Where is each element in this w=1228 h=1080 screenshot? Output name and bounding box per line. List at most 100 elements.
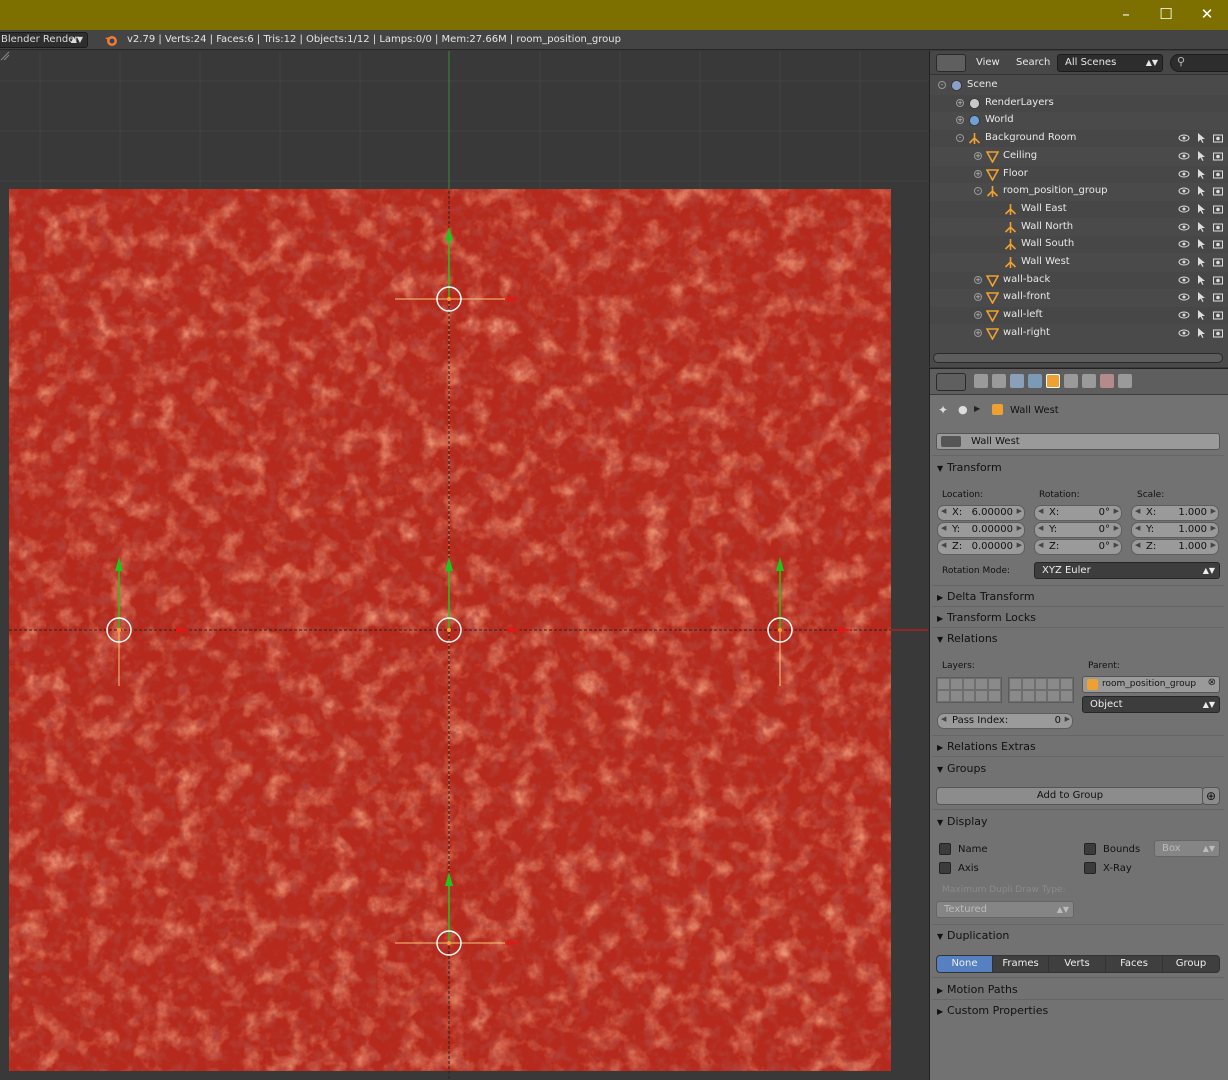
parent-field[interactable]: room_position_group ⊗ (1082, 676, 1220, 693)
outliner-item[interactable]: - Background Room (930, 130, 1228, 147)
renderability-camera-icon[interactable] (1212, 150, 1224, 162)
scale-z-field[interactable]: ◀ Z: 1.000 ▶ (1131, 539, 1219, 555)
relations-extras-panel-header[interactable]: ▶ Relations Extras (937, 740, 1036, 753)
close-icon[interactable]: ✕ (1193, 4, 1221, 24)
rotation-mode-select[interactable]: XYZ Euler ▲▼ (1034, 562, 1220, 579)
rotation-y-field[interactable]: ◀ Y: 0° ▶ (1034, 522, 1122, 538)
expand-toggle-icon[interactable]: + (974, 293, 982, 301)
selectability-cursor-icon[interactable] (1195, 274, 1207, 286)
renderability-camera-icon[interactable] (1212, 238, 1224, 250)
custom-properties-panel-header[interactable]: ▶ Custom Properties (937, 1004, 1048, 1017)
outliner-item[interactable]: + Floor (930, 166, 1228, 183)
visibility-eye-icon[interactable] (1178, 238, 1190, 250)
motion-paths-panel-header[interactable]: ▶ Motion Paths (937, 983, 1018, 996)
parent-type-select[interactable]: Object ▲▼ (1082, 696, 1220, 713)
scale-x-field[interactable]: ◀ X: 1.000 ▶ (1131, 505, 1219, 521)
object-data-tab-icon[interactable] (1082, 374, 1096, 388)
outliner-item[interactable]: + Ceiling (930, 148, 1228, 165)
expand-toggle-icon[interactable]: + (974, 329, 982, 337)
expand-toggle-icon[interactable]: + (956, 116, 964, 124)
object-tab-icon[interactable] (1046, 374, 1060, 388)
selectability-cursor-icon[interactable] (1195, 256, 1207, 268)
duplication-group-option[interactable]: Group (1162, 955, 1220, 973)
physics-tab-icon[interactable] (1118, 374, 1132, 388)
display-xray-checkbox[interactable] (1084, 862, 1096, 874)
duplication-faces-option[interactable]: Faces (1105, 955, 1163, 973)
display-axis-checkbox[interactable] (939, 862, 951, 874)
expand-toggle-icon[interactable]: + (974, 276, 982, 284)
expand-toggle-icon[interactable]: + (974, 311, 982, 319)
expand-toggle-icon[interactable]: + (974, 170, 982, 178)
visibility-eye-icon[interactable] (1178, 221, 1190, 233)
renderability-camera-icon[interactable] (1212, 185, 1224, 197)
duplication-frames-option[interactable]: Frames (992, 955, 1049, 973)
layers-grid-left[interactable] (936, 677, 1002, 703)
scene-tab-icon[interactable] (1010, 374, 1024, 388)
outliner-item[interactable]: - Scene (930, 77, 1228, 94)
outliner-view-menu[interactable]: View (976, 57, 1000, 68)
layers-grid-right[interactable] (1008, 677, 1074, 703)
outliner-item[interactable]: + wall-right (930, 325, 1228, 342)
location-z-field[interactable]: ◀ Z: 0.00000 ▶ (937, 539, 1025, 555)
groups-panel-header[interactable]: ▼ Groups (937, 762, 986, 775)
visibility-eye-icon[interactable] (1178, 132, 1190, 144)
renderability-camera-icon[interactable] (1212, 309, 1224, 321)
selectability-cursor-icon[interactable] (1195, 309, 1207, 321)
visibility-eye-icon[interactable] (1178, 327, 1190, 339)
outliner-item[interactable]: - room_position_group (930, 183, 1228, 200)
outliner-item[interactable]: + wall-back (930, 272, 1228, 289)
selectability-cursor-icon[interactable] (1195, 132, 1207, 144)
viewport-canvas[interactable] (0, 51, 928, 1080)
selectability-cursor-icon[interactable] (1195, 185, 1207, 197)
outliner-horizontal-scrollbar[interactable] (933, 353, 1223, 363)
rotation-x-field[interactable]: ◀ X: 0° ▶ (1034, 505, 1122, 521)
selectability-cursor-icon[interactable] (1195, 291, 1207, 303)
outliner-item[interactable]: Wall North (930, 219, 1228, 236)
render-layers-tab-icon[interactable] (992, 374, 1006, 388)
expand-toggle-icon[interactable]: + (974, 152, 982, 160)
renderability-camera-icon[interactable] (1212, 256, 1224, 268)
outliner-search-input[interactable]: ⚲ (1170, 54, 1228, 72)
render-engine-select[interactable]: Blender Render ▲▼ (0, 32, 88, 48)
expand-toggle-icon[interactable]: + (956, 99, 964, 107)
duplication-none-option[interactable]: None (936, 955, 993, 973)
pin-icon[interactable]: ✦ (938, 403, 948, 417)
selectability-cursor-icon[interactable] (1195, 168, 1207, 180)
renderability-camera-icon[interactable] (1212, 203, 1224, 215)
visibility-eye-icon[interactable] (1178, 150, 1190, 162)
selectability-cursor-icon[interactable] (1195, 238, 1207, 250)
location-x-field[interactable]: ◀ X: 6.00000 ▶ (937, 505, 1025, 521)
location-y-field[interactable]: ◀ Y: 0.00000 ▶ (937, 522, 1025, 538)
constraints-tab-icon[interactable] (1064, 374, 1078, 388)
minimize-icon[interactable]: – (1112, 4, 1140, 24)
outliner-search-menu[interactable]: Search (1016, 57, 1050, 68)
add-to-group-button[interactable]: Add to Group (936, 787, 1204, 805)
selectability-cursor-icon[interactable] (1195, 150, 1207, 162)
display-mode-select[interactable]: All Scenes ▲▼ (1057, 54, 1163, 72)
selectability-cursor-icon[interactable] (1195, 203, 1207, 215)
clear-parent-icon[interactable]: ⊗ (1208, 677, 1216, 688)
selectability-cursor-icon[interactable] (1195, 327, 1207, 339)
selectability-cursor-icon[interactable] (1195, 221, 1207, 233)
visibility-eye-icon[interactable] (1178, 309, 1190, 321)
rotation-z-field[interactable]: ◀ Z: 0° ▶ (1034, 539, 1122, 555)
outliner-item[interactable]: Wall East (930, 201, 1228, 218)
outliner-item[interactable]: + World (930, 112, 1228, 129)
visibility-eye-icon[interactable] (1178, 291, 1190, 303)
scale-y-field[interactable]: ◀ Y: 1.000 ▶ (1131, 522, 1219, 538)
duplication-panel-header[interactable]: ▼ Duplication (937, 929, 1009, 942)
visibility-eye-icon[interactable] (1178, 168, 1190, 180)
editor-type-properties-icon[interactable] (936, 373, 966, 391)
expand-toggle-icon[interactable]: - (974, 187, 982, 195)
renderability-camera-icon[interactable] (1212, 327, 1224, 339)
outliner-item[interactable]: + RenderLayers (930, 95, 1228, 112)
outliner-item[interactable]: Wall South (930, 236, 1228, 253)
pass-index-field[interactable]: ◀ Pass Index: 0 ▶ (937, 713, 1073, 729)
max-dupli-draw-type-select[interactable]: Textured ▲▼ (936, 901, 1074, 918)
object-name-field[interactable]: Wall West (936, 433, 1220, 450)
relations-panel-header[interactable]: ▼ Relations (937, 632, 998, 645)
editor-type-outliner-icon[interactable] (936, 54, 966, 72)
bounds-type-select[interactable]: Box ▲▼ (1154, 840, 1220, 857)
duplication-verts-option[interactable]: Verts (1048, 955, 1106, 973)
area-split-corner-icon[interactable] (0, 51, 10, 61)
